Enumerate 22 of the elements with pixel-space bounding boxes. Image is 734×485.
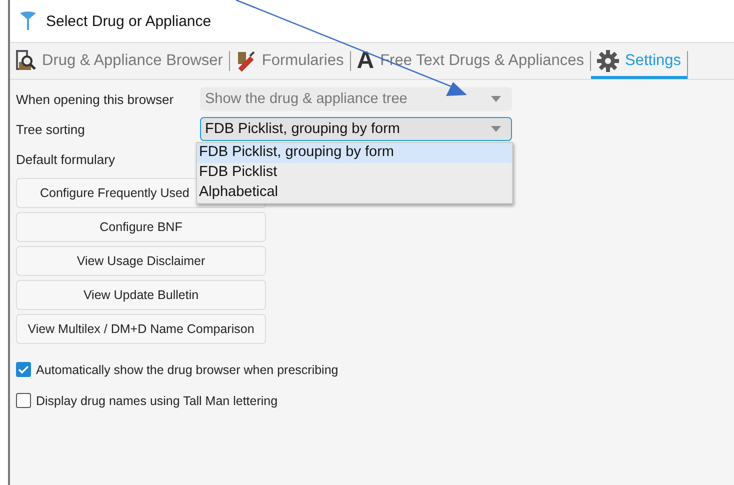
gear-icon (597, 50, 619, 72)
setting-label: When opening this browser (16, 92, 175, 106)
checkbox-label: Display drug names using Tall Man lettering (36, 394, 278, 408)
caret-icon (491, 96, 501, 102)
syringe-icon (236, 50, 256, 72)
checkbox-label: Automatically show the drug browser when prescribing (36, 362, 338, 376)
tab[interactable]: Formularies (230, 51, 351, 71)
checkbox[interactable] (16, 393, 31, 408)
dropdown[interactable]: FDB Picklist, grouping by form (200, 117, 512, 141)
dropdown-option[interactable]: FDB Picklist, grouping by form (197, 143, 512, 163)
funnel-icon (20, 11, 36, 31)
setting-label: Tree sorting (16, 122, 86, 136)
caret-icon (491, 126, 501, 132)
action-button[interactable]: View Usage Disclaimer (16, 246, 266, 276)
tab[interactable]: Drug & Appliance Browser (10, 51, 230, 71)
action-button[interactable]: View Multilex / DM+D Name Comparison (16, 314, 266, 344)
checkbox[interactable] (16, 362, 31, 377)
action-button[interactable]: View Update Bulletin (16, 280, 266, 310)
setting-label: Default formulary (16, 152, 116, 166)
action-button[interactable]: Configure BNF (16, 212, 266, 242)
document-magnifier-icon (16, 50, 36, 72)
window-title: Select Drug or Appliance (46, 12, 212, 30)
